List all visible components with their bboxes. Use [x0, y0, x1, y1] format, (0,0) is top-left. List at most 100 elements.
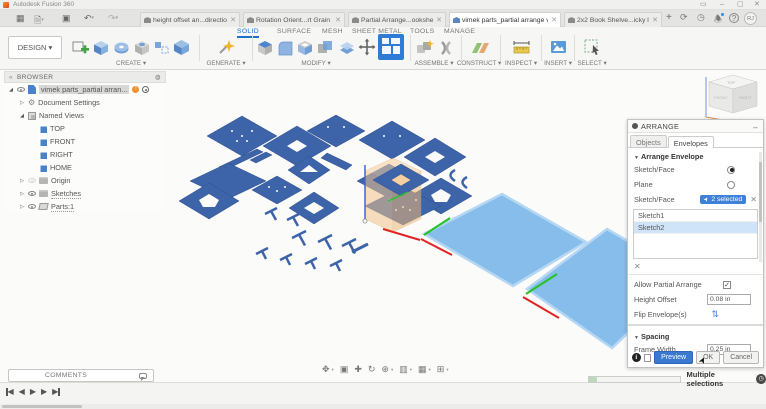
chevron-down-icon[interactable]: ▾: [446, 367, 448, 373]
collapse-panel-icon[interactable]: «: [9, 74, 13, 81]
browser-row-label[interactable]: Parts:1: [51, 202, 74, 212]
preview-button[interactable]: Preview: [654, 351, 693, 364]
sketch-face-radio[interactable]: [727, 166, 735, 174]
tab-close-icon[interactable]: ✕: [551, 16, 557, 24]
browser-row[interactable]: FRONT: [4, 135, 166, 148]
browser-row-label[interactable]: TOP: [50, 124, 65, 133]
dialog-scrollbar[interactable]: [759, 152, 762, 262]
browser-row-label[interactable]: FRONT: [50, 137, 75, 146]
tab-close-icon[interactable]: ✕: [652, 16, 658, 24]
browser-row[interactable]: ◢vimek parts_partial arran...!: [4, 83, 166, 96]
hole-icon[interactable]: [133, 39, 151, 56]
create-sketch-icon[interactable]: [71, 39, 90, 56]
timeline-scrollbar[interactable]: [0, 404, 766, 409]
height-offset-input[interactable]: [707, 294, 751, 305]
tab-close-icon[interactable]: ✕: [230, 16, 236, 24]
browser-row-label[interactable]: HOME: [50, 163, 72, 172]
visibility-eye-icon[interactable]: [17, 87, 25, 92]
activate-component-icon[interactable]: [142, 86, 149, 93]
browser-row[interactable]: ▷ Parts:1: [4, 200, 166, 213]
maximize-button[interactable]: ▢: [737, 0, 744, 10]
display-settings-icon[interactable]: ▥: [399, 364, 408, 375]
tab-close-icon[interactable]: ✕: [335, 16, 341, 24]
plane-radio[interactable]: [727, 181, 735, 189]
envelope-section-header[interactable]: ▼Arrange Envelope: [628, 148, 763, 162]
browser-header[interactable]: « BROWSER ◍: [4, 71, 166, 83]
avatar[interactable]: RJ: [744, 12, 757, 25]
offset-face-icon[interactable]: [337, 39, 356, 56]
move-copy-icon[interactable]: [358, 38, 376, 56]
browser-row[interactable]: ▷Sketches: [4, 187, 166, 200]
measure-icon[interactable]: [511, 39, 532, 56]
selection-chip[interactable]: ➤2 selected: [700, 195, 746, 204]
envelope-list-item[interactable]: Sketch2: [634, 222, 757, 234]
browser-row[interactable]: ▷⚙Document Settings: [4, 96, 166, 109]
extrude-icon[interactable]: [92, 39, 110, 56]
browser-row-label[interactable]: vimek parts_partial arran...: [39, 85, 129, 94]
browser-row-label[interactable]: Sketches: [51, 189, 81, 199]
doc-tab-5[interactable]: 2x2 Book Shelve...icky labels v5* ✕: [564, 12, 662, 27]
fillet-icon[interactable]: [276, 39, 294, 56]
select-tool-icon[interactable]: [583, 38, 602, 56]
play-button[interactable]: ▶: [30, 387, 36, 396]
fit-icon[interactable]: ▣: [340, 364, 349, 375]
help-icon[interactable]: ?: [729, 13, 739, 23]
browser-row[interactable]: TOP: [4, 122, 166, 135]
minimize-button[interactable]: –: [720, 0, 724, 10]
device-icon[interactable]: ▭: [700, 0, 707, 10]
revolve-icon[interactable]: [112, 39, 131, 56]
new-tab-button[interactable]: +: [666, 12, 672, 23]
tree-arrow-icon[interactable]: ▷: [19, 100, 25, 106]
step-back-button[interactable]: ◀: [19, 387, 25, 396]
step-forward-button[interactable]: ▶: [41, 387, 47, 396]
save-icon[interactable]: ▣: [62, 13, 71, 24]
modify-group-label[interactable]: MODIFY ▾: [286, 60, 346, 67]
comment-bubble-icon[interactable]: [139, 373, 147, 379]
orbit-icon[interactable]: ↻: [368, 364, 376, 375]
browser-row-label[interactable]: Origin: [51, 176, 70, 185]
redo-icon[interactable]: ↷▾: [108, 13, 118, 24]
sync-icon[interactable]: ⟳: [680, 12, 688, 23]
envelope-list-item[interactable]: Sketch1: [634, 210, 757, 222]
doc-tab-3[interactable]: Partial Arrange...ookshelf v8 v8* ✕: [348, 12, 446, 27]
envelope-list[interactable]: Sketch1Sketch2: [633, 209, 758, 259]
doc-tab-4-active[interactable]: vimek parts_partial arrange v4* ✕: [449, 12, 561, 27]
chevron-down-icon[interactable]: ▾: [429, 367, 431, 373]
skip-to-start-button[interactable]: ◀: [6, 387, 14, 396]
dock-toggle-icon[interactable]: ↔: [752, 122, 759, 131]
browser-row-label[interactable]: Document Settings: [38, 98, 100, 107]
clear-selection-icon[interactable]: ✕: [750, 195, 757, 204]
undo-icon[interactable]: ↶▾: [84, 13, 94, 24]
update-badge[interactable]: !: [132, 86, 139, 93]
tab-close-icon[interactable]: ✕: [436, 16, 442, 24]
pan-icon[interactable]: ✥: [322, 364, 330, 375]
flip-envelopes-icon[interactable]: ⇅: [711, 309, 719, 320]
job-status-clock-icon[interactable]: ◷: [697, 12, 705, 23]
app-grid-icon[interactable]: ▦: [16, 13, 25, 24]
cancel-button[interactable]: Cancel: [723, 351, 759, 364]
tab-envelopes[interactable]: Envelopes: [668, 136, 714, 148]
minimize-dialog-icon[interactable]: [644, 354, 652, 362]
visibility-eye-icon[interactable]: [28, 178, 36, 183]
tab-objects[interactable]: Objects: [630, 135, 667, 147]
spacing-section-header[interactable]: ▼Spacing: [628, 328, 763, 342]
browser-options-icon[interactable]: ◍: [155, 73, 161, 81]
browser-row[interactable]: ▷Origin: [4, 174, 166, 187]
generate-wand-icon[interactable]: [216, 38, 236, 56]
chevron-down-icon[interactable]: ▾: [391, 367, 393, 373]
zoom-icon[interactable]: ⊕: [381, 364, 389, 375]
job-status-icon[interactable]: ◷: [756, 374, 766, 384]
dialog-header[interactable]: ARRANGE ↔: [628, 120, 763, 133]
free-orbit-icon[interactable]: ✚: [354, 364, 362, 375]
allow-partial-checkbox[interactable]: ✓: [723, 281, 731, 289]
chevron-down-icon[interactable]: ▾: [332, 367, 334, 373]
tree-arrow-icon[interactable]: ▷: [19, 204, 25, 210]
chevron-down-icon[interactable]: ▾: [410, 367, 412, 373]
box-primitive-icon[interactable]: [172, 38, 191, 56]
viewports-icon[interactable]: ⊞: [437, 364, 445, 375]
insert-image-icon[interactable]: [549, 39, 568, 55]
browser-row-label[interactable]: Named Views: [39, 111, 84, 120]
grid-settings-icon[interactable]: ▦: [418, 364, 427, 375]
workspace-selector[interactable]: DESIGN ▾: [8, 36, 62, 59]
browser-row[interactable]: HOME: [4, 161, 166, 174]
